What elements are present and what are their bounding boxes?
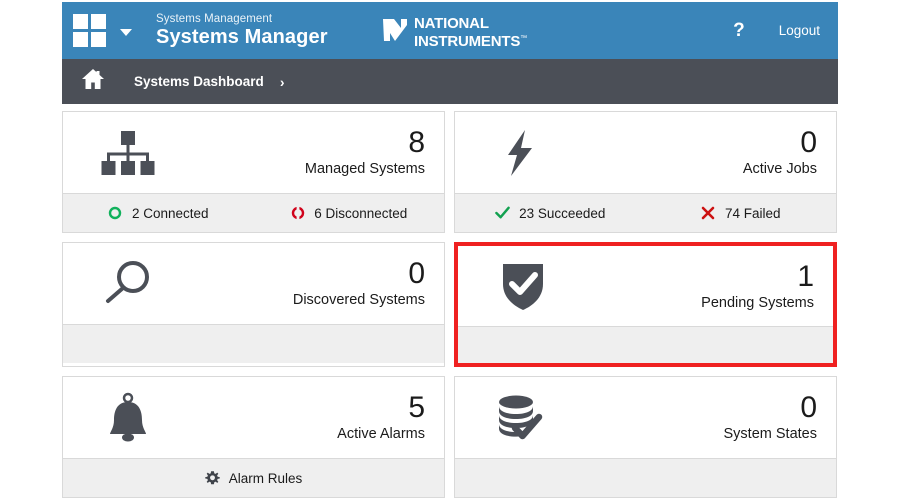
- circle-connected-icon: [108, 206, 123, 221]
- systems-manager-dashboard: Systems Management Systems Manager NATIO…: [0, 0, 900, 503]
- ni-mark-icon: [381, 15, 411, 50]
- tile-body: 0 System States: [455, 377, 836, 458]
- circle-disconnected-icon: [290, 206, 305, 221]
- dashboard-tile-grid: 8 Managed Systems 2 Connected 6 Disconne…: [62, 111, 838, 503]
- tile-count: 8: [408, 126, 425, 159]
- app-kicker: Systems Management: [156, 12, 273, 25]
- ni-brand-line1: NATIONAL: [414, 14, 489, 32]
- tile-body: 1 Pending Systems: [458, 246, 833, 326]
- breadcrumb-item-systems-dashboard[interactable]: Systems Dashboard: [134, 74, 264, 89]
- footer-link-label: 74 Failed: [724, 205, 781, 221]
- tile-row: 8 Managed Systems 2 Connected 6 Disconne…: [62, 111, 838, 233]
- home-icon[interactable]: [81, 68, 105, 95]
- tile-label: Managed Systems: [304, 161, 425, 177]
- tile-footer: 2 Connected 6 Disconnected: [63, 193, 444, 232]
- tile-system-states[interactable]: 0 System States: [454, 376, 837, 498]
- home-button[interactable]: [62, 59, 124, 104]
- tile-footer: [63, 324, 444, 363]
- tile-body: 5 Active Alarms: [63, 377, 444, 458]
- tile-row: 5 Active Alarms Alarm Rules 0 System Sta…: [62, 376, 838, 498]
- app-title-block: Systems Management Systems Manager: [156, 13, 328, 48]
- footer-link-disconnected[interactable]: 6 Disconnected: [254, 206, 445, 221]
- gear-icon: [205, 471, 220, 486]
- tile-active-alarms[interactable]: 5 Active Alarms Alarm Rules: [62, 376, 445, 498]
- lightning-bolt-icon: [483, 129, 557, 177]
- tile-body: 0 Discovered Systems: [63, 243, 444, 324]
- magnifier-icon: [91, 259, 165, 309]
- bell-icon: [91, 392, 165, 444]
- tile-label: Pending Systems: [701, 294, 814, 311]
- check-icon: [495, 206, 510, 221]
- footer-link-label: Alarm Rules: [228, 470, 303, 486]
- tile-discovered-systems[interactable]: 0 Discovered Systems: [62, 242, 445, 367]
- page-title: Systems Manager: [156, 26, 328, 49]
- tile-label: System States: [723, 426, 817, 442]
- tile-count: 0: [408, 257, 425, 290]
- tile-stats: 0 Discovered Systems: [292, 257, 425, 309]
- breadcrumb: Systems Dashboard ›: [62, 59, 838, 104]
- footer-link-label: 6 Disconnected: [314, 205, 408, 221]
- footer-link-alarm-rules[interactable]: Alarm Rules: [63, 471, 444, 486]
- x-icon: [701, 206, 716, 221]
- ni-brand-line2: INSTRUMENTS™: [414, 33, 527, 50]
- tile-count: 1: [797, 259, 814, 293]
- network-hierarchy-icon: [91, 130, 165, 176]
- trademark-symbol: ™: [520, 35, 527, 42]
- shield-check-icon: [486, 260, 560, 312]
- header-actions: ? Logout: [733, 2, 820, 59]
- tile-stats: 0 Active Jobs: [742, 126, 817, 178]
- national-instruments-logo: NATIONAL INSTRUMENTS™: [381, 15, 527, 50]
- tile-stats: 5 Active Alarms: [337, 391, 425, 443]
- app-menu-button[interactable]: [73, 14, 132, 47]
- footer-link-label: 23 Succeeded: [519, 205, 606, 221]
- chevron-down-icon[interactable]: [120, 28, 132, 36]
- footer-link-succeeded[interactable]: 23 Succeeded: [455, 206, 646, 221]
- tile-body: 8 Managed Systems: [63, 112, 444, 193]
- grid-icon[interactable]: [73, 14, 106, 47]
- breadcrumb-separator-icon: ›: [279, 73, 285, 90]
- logout-button[interactable]: Logout: [779, 23, 820, 38]
- footer-link-label: 2 Connected: [131, 205, 209, 221]
- tile-pending-systems[interactable]: 1 Pending Systems: [454, 242, 837, 367]
- footer-link-connected[interactable]: 2 Connected: [63, 206, 254, 221]
- app-header: Systems Management Systems Manager NATIO…: [62, 2, 838, 59]
- tile-row: 0 Discovered Systems 1 Pending Systems: [62, 242, 838, 367]
- tile-count: 0: [800, 126, 817, 159]
- ni-wordmark: NATIONAL INSTRUMENTS™: [414, 14, 527, 50]
- tile-footer: [458, 326, 833, 363]
- tile-footer: [455, 458, 836, 497]
- tile-managed-systems[interactable]: 8 Managed Systems 2 Connected 6 Disconne…: [62, 111, 445, 233]
- tile-stats: 1 Pending Systems: [701, 259, 814, 311]
- tile-footer: Alarm Rules: [63, 458, 444, 497]
- footer-link-failed[interactable]: 74 Failed: [646, 206, 837, 221]
- help-button[interactable]: ?: [733, 20, 745, 42]
- tile-label: Active Alarms: [337, 426, 425, 442]
- database-check-icon: [483, 393, 557, 443]
- tile-footer: 23 Succeeded 74 Failed: [455, 193, 836, 232]
- tile-body: 0 Active Jobs: [455, 112, 836, 193]
- tile-label: Discovered Systems: [292, 292, 425, 308]
- tile-active-jobs[interactable]: 0 Active Jobs 23 Succeeded 74 Failed: [454, 111, 837, 233]
- tile-stats: 0 System States: [723, 391, 817, 443]
- tile-stats: 8 Managed Systems: [304, 126, 425, 178]
- tile-count: 0: [800, 391, 817, 424]
- tile-label: Active Jobs: [742, 161, 817, 177]
- tile-count: 5: [408, 391, 425, 424]
